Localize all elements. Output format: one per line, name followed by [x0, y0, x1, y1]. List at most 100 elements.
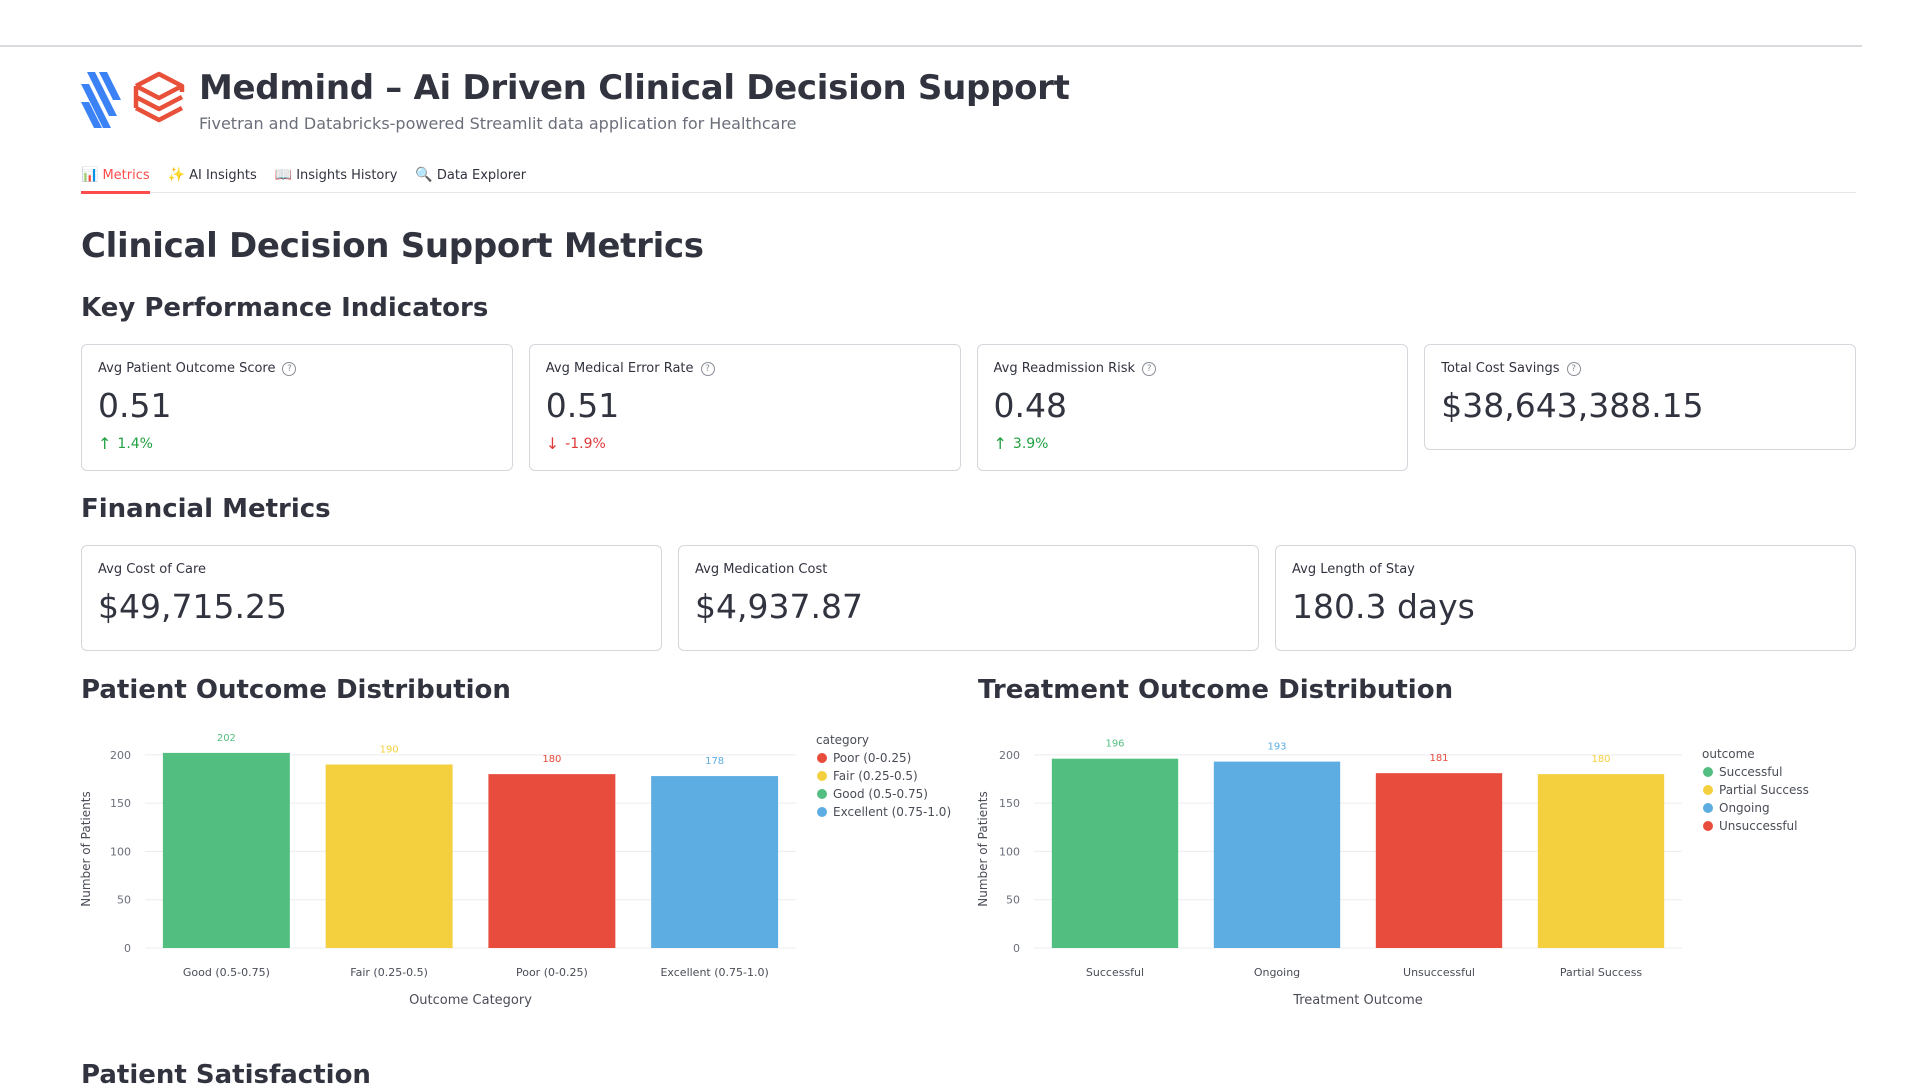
legend-item-label: Good (0.5-0.75)	[833, 787, 928, 801]
arrow-up-icon: ↑	[98, 434, 112, 453]
book-icon: 📖	[274, 167, 293, 183]
treatment-outcome-chart-svg: 0 50 100 150 200 196 Successful 193 Ongoing 181 Un…	[976, 739, 1809, 1008]
help-icon[interactable]: ?	[1142, 361, 1157, 376]
tab-label: Data Explorer	[436, 167, 527, 183]
tab-insights-history[interactable]: 📖 Insights History	[275, 158, 398, 192]
bar	[1375, 773, 1503, 948]
fivetran-logo-icon	[81, 72, 121, 128]
financial-card-medication-cost: Avg Medication Cost $4,937.87	[678, 545, 1259, 651]
financial-cards: Avg Cost of Care $49,715.25 Avg Medicati…	[81, 545, 1856, 651]
metric-delta: ↑ 3.9%	[994, 434, 1392, 453]
kpi-heading: Key Performance Indicators	[81, 293, 489, 323]
x-axis-title: Outcome Category	[409, 993, 532, 1008]
legend-item-label: Excellent (0.75-1.0)	[833, 805, 951, 819]
y-tick-label: 100	[110, 845, 131, 858]
kpi-card-patient-outcome: Avg Patient Outcome Score? 0.51 ↑ 1.4%	[81, 344, 513, 471]
x-tick-label: Excellent (0.75-1.0)	[660, 966, 768, 979]
tab-label: Metrics	[102, 167, 150, 183]
treatment-outcome-heading: Treatment Outcome Distribution	[978, 675, 1454, 705]
help-icon[interactable]: ?	[282, 361, 297, 376]
data-label: 180	[1591, 754, 1610, 765]
legend-swatch	[1703, 821, 1713, 831]
y-tick-label: 50	[117, 894, 131, 907]
bar	[325, 764, 453, 948]
legend-swatch	[817, 789, 827, 799]
x-tick-label: Fair (0.25-0.5)	[350, 966, 428, 979]
y-tick-label: 150	[110, 797, 131, 810]
patient-outcome-heading: Patient Outcome Distribution	[81, 675, 511, 705]
y-tick-label: 200	[999, 749, 1020, 762]
legend-item-label: Poor (0-0.25)	[833, 751, 911, 765]
y-tick-label: 0	[124, 942, 131, 955]
kpi-card-readmission-risk: Avg Readmission Risk? 0.48 ↑ 3.9%	[976, 344, 1409, 471]
legend-item-label: Ongoing	[1719, 801, 1770, 815]
arrow-up-icon: ↑	[993, 434, 1007, 453]
data-label: 181	[1429, 753, 1448, 764]
tab-metrics[interactable]: 📊 Metrics	[81, 158, 150, 194]
metric-label: Avg Medical Error Rate	[545, 361, 694, 376]
data-label: 193	[1267, 742, 1286, 753]
app-subtitle: Fivetran and Databricks-powered Streamli…	[199, 114, 797, 133]
legend-title: category	[816, 733, 869, 747]
y-axis-title: Number of Patients	[79, 791, 93, 906]
sparkles-icon: ✨	[167, 167, 186, 183]
y-tick-label: 0	[1013, 942, 1020, 955]
metric-label: Avg Medication Cost	[695, 562, 828, 577]
metric-value: 0.51	[98, 386, 172, 425]
metric-delta: ↓ -1.9%	[546, 434, 944, 453]
top-divider	[0, 45, 1862, 47]
treatment-outcome-chart: 0 50 100 150 200 196 Successful 193 Ongoing 181 Un…	[976, 718, 1858, 1022]
y-tick-label: 200	[110, 749, 131, 762]
help-icon[interactable]: ?	[700, 361, 715, 376]
legend-swatch	[817, 753, 827, 763]
financial-card-length-of-stay: Avg Length of Stay 180.3 days	[1275, 545, 1856, 651]
metric-label: Avg Length of Stay	[1292, 562, 1415, 577]
bar	[488, 774, 616, 948]
magnifier-icon: 🔍	[415, 167, 433, 183]
patient-outcome-chart-svg: 0 50 100 150 200 202 Good (0.5-0.75) 190 Fair (0…	[79, 733, 951, 1008]
page-title: Clinical Decision Support Metrics	[81, 226, 704, 266]
x-tick-label: Good (0.5-0.75)	[183, 966, 270, 979]
data-label: 196	[1105, 739, 1124, 750]
bar	[1537, 774, 1665, 948]
help-icon[interactable]: ?	[1566, 361, 1581, 376]
legend-swatch	[817, 807, 827, 817]
metric-value: $38,643,388.15	[1441, 386, 1704, 425]
tab-bar: 📊 Metrics ✨ AI Insights 📖 Insights Histo…	[81, 158, 1856, 194]
bar	[651, 776, 779, 948]
tab-label: Insights History	[296, 167, 398, 183]
legend-item-label: Unsuccessful	[1719, 819, 1798, 833]
data-label: 178	[705, 756, 724, 767]
tab-ai-insights[interactable]: ✨ AI Insights	[168, 158, 257, 192]
patient-satisfaction-heading: Patient Satisfaction	[81, 1060, 371, 1090]
kpi-cards: Avg Patient Outcome Score? 0.51 ↑ 1.4% Av…	[81, 344, 1856, 471]
x-axis-title: Treatment Outcome	[1292, 993, 1423, 1008]
delta-value: -1.9%	[565, 435, 606, 452]
patient-outcome-chart: 0 50 100 150 200 202 Good (0.5-0.75) 190 Fair (0…	[79, 718, 961, 1022]
y-tick-label: 50	[1006, 894, 1020, 907]
x-tick-label: Partial Success	[1560, 966, 1643, 979]
delta-value: 1.4%	[117, 435, 153, 452]
legend-swatch	[1703, 803, 1713, 813]
metric-delta: ↑ 1.4%	[98, 434, 496, 453]
legend-swatch	[817, 771, 827, 781]
x-tick-label: Poor (0-0.25)	[516, 966, 588, 979]
data-label: 180	[542, 754, 561, 765]
databricks-logo-icon	[133, 71, 185, 123]
tab-data-explorer[interactable]: 🔍 Data Explorer	[415, 158, 526, 192]
kpi-card-cost-savings: Total Cost Savings? $38,643,388.15	[1424, 344, 1856, 450]
y-tick-label: 100	[999, 845, 1020, 858]
x-tick-label: Unsuccessful	[1403, 966, 1475, 979]
tab-label: AI Insights	[189, 167, 257, 183]
arrow-down-icon: ↓	[545, 434, 560, 453]
bar	[1213, 761, 1341, 948]
legend-item-label: Successful	[1719, 765, 1782, 779]
legend-title: outcome	[1702, 747, 1755, 761]
x-tick-label: Successful	[1086, 966, 1144, 979]
metric-label: Avg Patient Outcome Score	[98, 361, 276, 376]
financial-card-cost-of-care: Avg Cost of Care $49,715.25	[81, 545, 662, 651]
data-label: 202	[217, 733, 236, 744]
metric-label: Avg Readmission Risk	[993, 361, 1136, 376]
kpi-card-medical-error: Avg Medical Error Rate? 0.51 ↓ -1.9%	[528, 344, 961, 471]
y-tick-label: 150	[999, 797, 1020, 810]
